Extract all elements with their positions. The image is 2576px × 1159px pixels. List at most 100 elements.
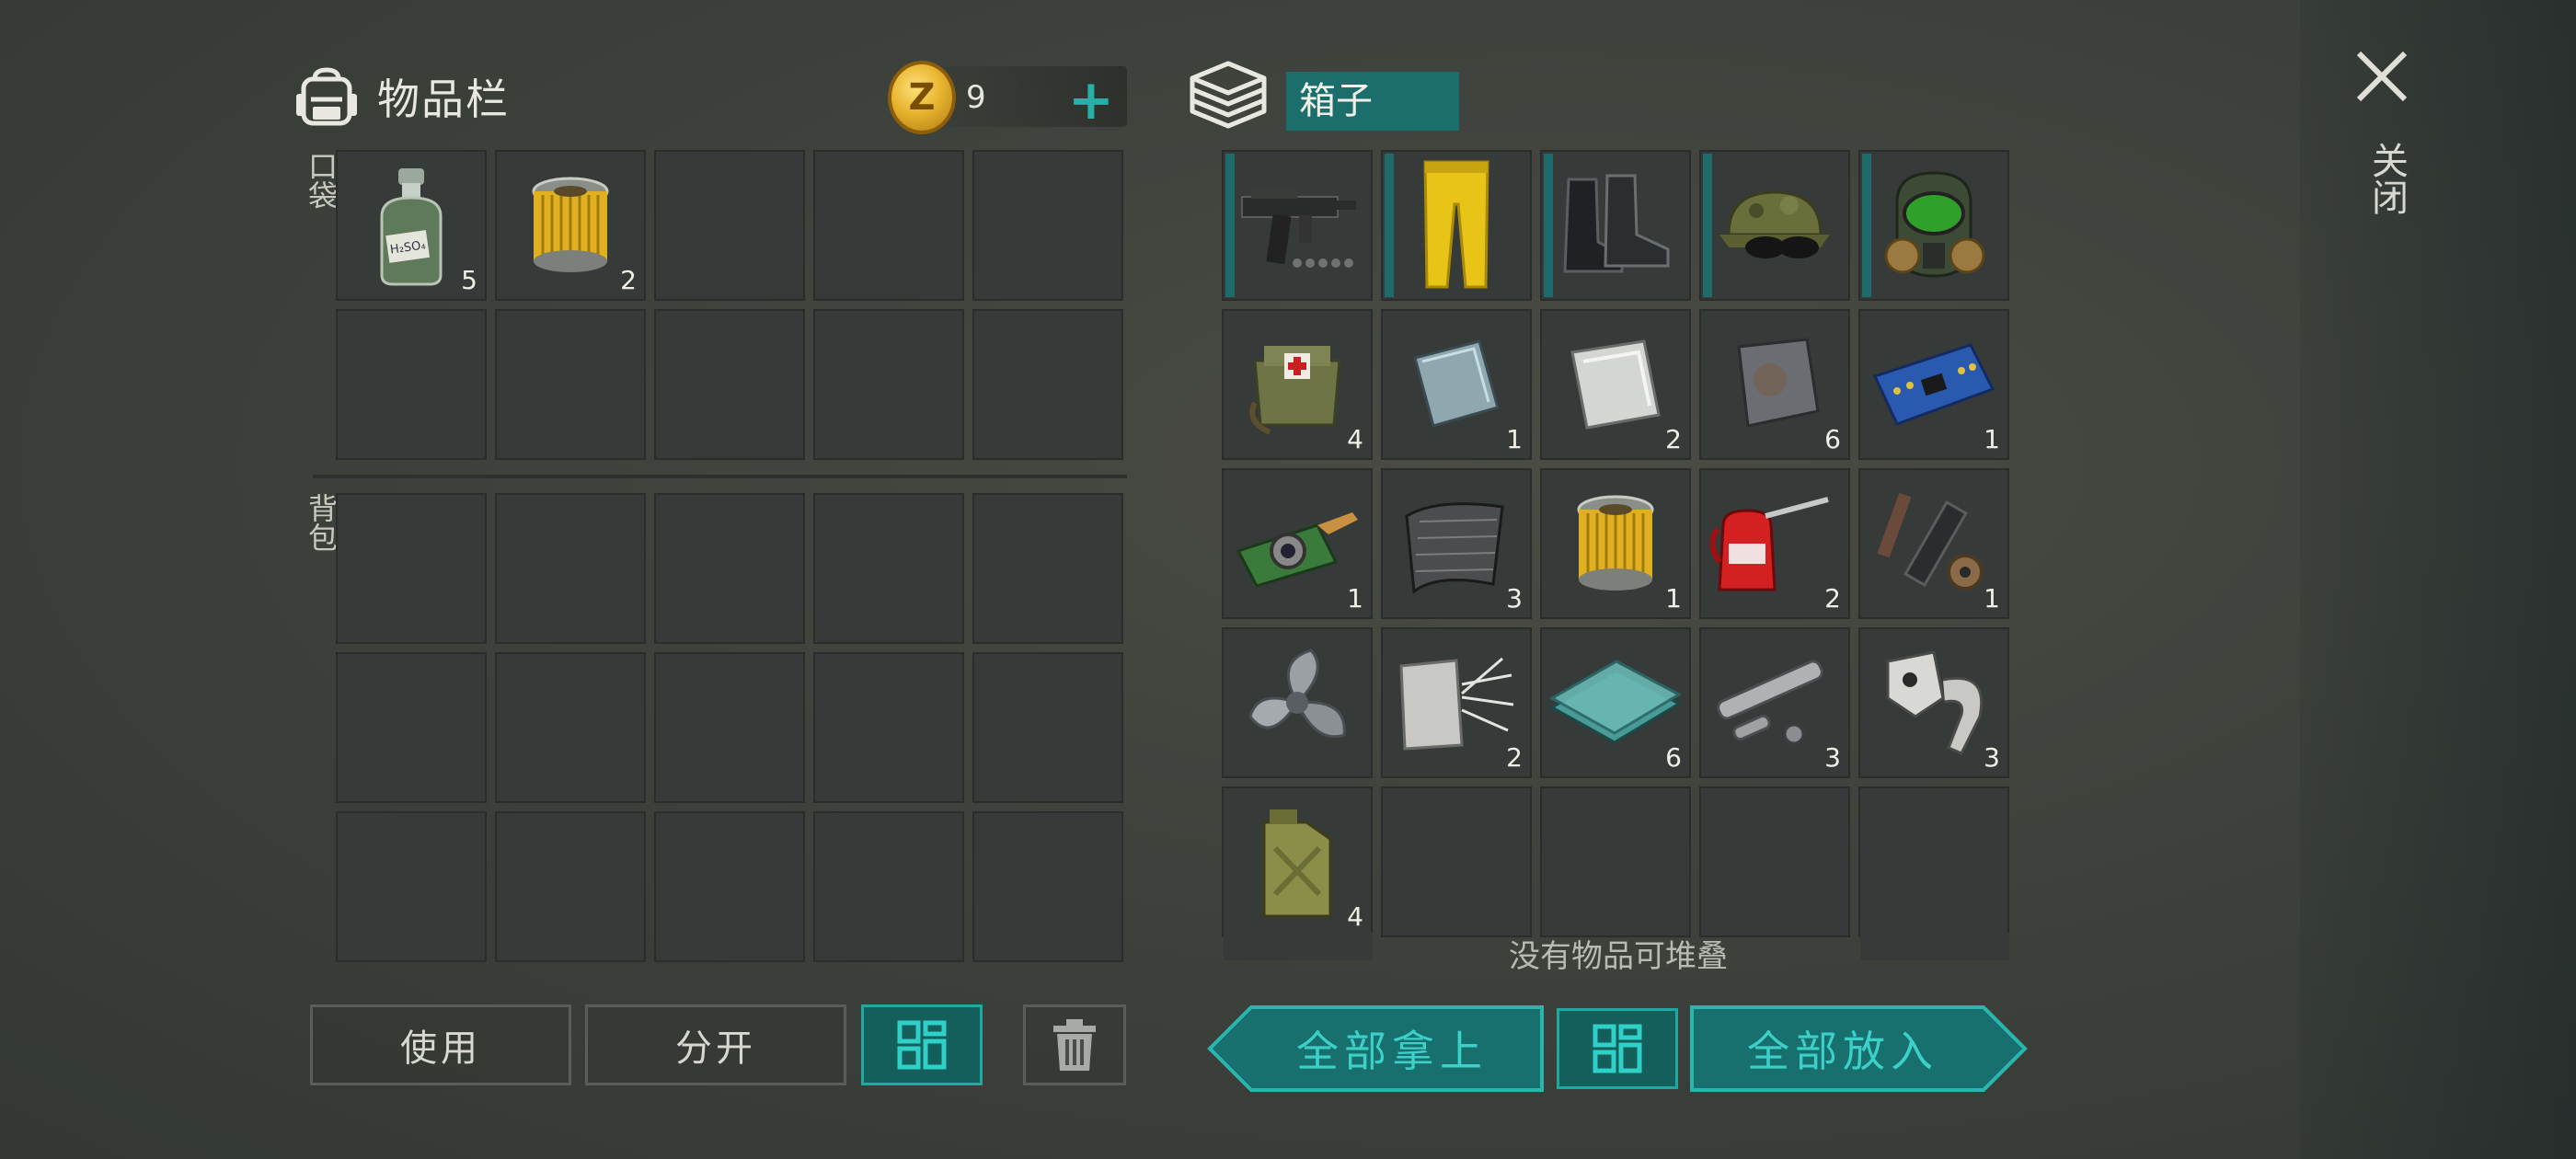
add-currency-button[interactable]: + <box>1068 68 1114 132</box>
item-quantity: 2 <box>1824 583 1841 614</box>
box-slot-10[interactable]: 1 <box>1858 309 2009 460</box>
pocket-slot-2[interactable]: 2 <box>495 150 646 301</box>
backpack-slot[interactable] <box>654 811 805 962</box>
box-slot-9[interactable]: 6 <box>1699 309 1850 460</box>
item-quantity: 2 <box>1506 742 1523 773</box>
backpack-slot[interactable] <box>972 652 1123 803</box>
sort-grid-button[interactable] <box>861 1004 983 1085</box>
item-quantity: 1 <box>1506 424 1523 454</box>
close-label[interactable]: 关闭 <box>2360 142 2413 215</box>
glass-sheets-icon <box>1548 660 1683 744</box>
pocket-slot-4[interactable] <box>813 150 964 301</box>
item-quantity: 3 <box>1824 742 1841 773</box>
jerrycan-icon <box>1262 809 1332 918</box>
item-quantity: 5 <box>461 265 477 295</box>
pocket-slot-8[interactable] <box>654 309 805 460</box>
use-button[interactable]: 使用 <box>310 1004 571 1085</box>
box-slot-6[interactable]: 4 <box>1222 309 1373 460</box>
backpack-slot[interactable] <box>336 493 487 644</box>
box-slot-14[interactable]: 2 <box>1699 468 1850 619</box>
backpack-slot[interactable] <box>495 493 646 644</box>
delete-button[interactable] <box>1023 1004 1126 1085</box>
background-shade <box>2300 0 2576 1159</box>
box-slot-22[interactable] <box>1381 786 1532 937</box>
take-all-button[interactable]: 全部拿上 <box>1242 1008 1542 1089</box>
pocket-slot-9[interactable] <box>813 309 964 460</box>
fuel-filter-icon <box>1577 495 1654 591</box>
aluminum-plate-icon <box>1570 339 1661 430</box>
box-slot-4[interactable] <box>1699 150 1850 301</box>
backpack-slot[interactable] <box>654 652 805 803</box>
steel-plate-icon <box>1413 339 1500 428</box>
pocket-slot-10[interactable] <box>972 309 1123 460</box>
box-slot-21[interactable]: 4 <box>1222 786 1373 937</box>
item-quantity: 6 <box>1824 424 1841 454</box>
backpack-slot[interactable] <box>336 652 487 803</box>
item-quantity: 1 <box>1665 583 1682 614</box>
box-slot-12[interactable]: 3 <box>1381 468 1532 619</box>
box-slot-11[interactable]: 1 <box>1222 468 1373 619</box>
split-button[interactable]: 分开 <box>585 1004 846 1085</box>
box-slot-2[interactable] <box>1381 150 1532 301</box>
put-all-button[interactable]: 全部放入 <box>1693 1008 1993 1089</box>
oil-can-icon <box>1710 497 1829 591</box>
item-quantity: 2 <box>1665 424 1682 454</box>
section-divider <box>313 475 1127 478</box>
backpack-slot[interactable] <box>813 811 964 962</box>
box-slot-3[interactable] <box>1540 150 1691 301</box>
mesh-sheet-icon <box>1405 502 1504 594</box>
box-slot-1[interactable] <box>1222 150 1373 301</box>
item-quantity: 2 <box>620 265 637 295</box>
box-title: 箱子 <box>1286 72 1459 131</box>
grid-sort-icon <box>1593 1024 1642 1073</box>
circuit-board-icon <box>1872 343 1995 426</box>
fiber-cloth-icon <box>1399 657 1514 751</box>
uzi-gun-icon <box>1241 188 1356 268</box>
box-slot-23[interactable] <box>1540 786 1691 937</box>
box-slot-7[interactable]: 1 <box>1381 309 1532 460</box>
close-icon[interactable] <box>2353 48 2410 105</box>
item-quantity: 1 <box>1347 583 1363 614</box>
box-slot-18[interactable]: 6 <box>1540 627 1691 778</box>
item-quantity: 4 <box>1347 901 1363 932</box>
equip-marker <box>1385 154 1394 297</box>
item-quantity: 6 <box>1665 742 1682 773</box>
box-slot-16[interactable] <box>1222 627 1373 778</box>
pocket-slot-3[interactable] <box>654 150 805 301</box>
backpack-slot[interactable] <box>336 811 487 962</box>
box-slot-19[interactable]: 3 <box>1699 627 1850 778</box>
metal-pipes-icon <box>1717 660 1823 745</box>
camera-module-icon <box>1236 512 1358 588</box>
box-slot-25[interactable] <box>1858 786 2009 937</box>
box-slot-8[interactable]: 2 <box>1540 309 1691 460</box>
backpack-grid <box>336 493 1123 962</box>
backpack-slot[interactable] <box>813 493 964 644</box>
backpack-slot[interactable] <box>972 493 1123 644</box>
backpack-slot[interactable] <box>495 652 646 803</box>
pocket-slot-7[interactable] <box>495 309 646 460</box>
box-header <box>1187 53 1270 136</box>
box-slot-5[interactable] <box>1858 150 2009 301</box>
box-slot-15[interactable]: 1 <box>1858 468 2009 619</box>
currency-count: 9 <box>966 79 986 116</box>
backpack-icon <box>296 67 357 126</box>
currency-display[interactable]: Z 9 + <box>888 61 1127 134</box>
gas-mask-icon <box>1884 171 1985 278</box>
backpack-slot[interactable] <box>495 811 646 962</box>
backpack-slot[interactable] <box>654 493 805 644</box>
box-slot-24[interactable] <box>1699 786 1850 937</box>
pocket-slot-6[interactable] <box>336 309 487 460</box>
backpack-slot[interactable] <box>813 652 964 803</box>
item-quantity: 3 <box>1506 583 1523 614</box>
backpack-slot[interactable] <box>972 811 1123 962</box>
yellow-pants-icon <box>1423 160 1489 289</box>
pocket-slot-5[interactable] <box>972 150 1123 301</box>
box-sort-button[interactable] <box>1557 1008 1678 1089</box>
box-slot-17[interactable]: 2 <box>1381 627 1532 778</box>
box-slot-13[interactable]: 1 <box>1540 468 1691 619</box>
grid-sort-icon <box>897 1020 947 1070</box>
box-slot-20[interactable]: 3 <box>1858 627 2009 778</box>
pocket-slot-1[interactable]: H₂SO₄ 5 <box>336 150 487 301</box>
coin-symbol: Z <box>908 76 936 119</box>
item-quantity: 4 <box>1347 424 1363 454</box>
